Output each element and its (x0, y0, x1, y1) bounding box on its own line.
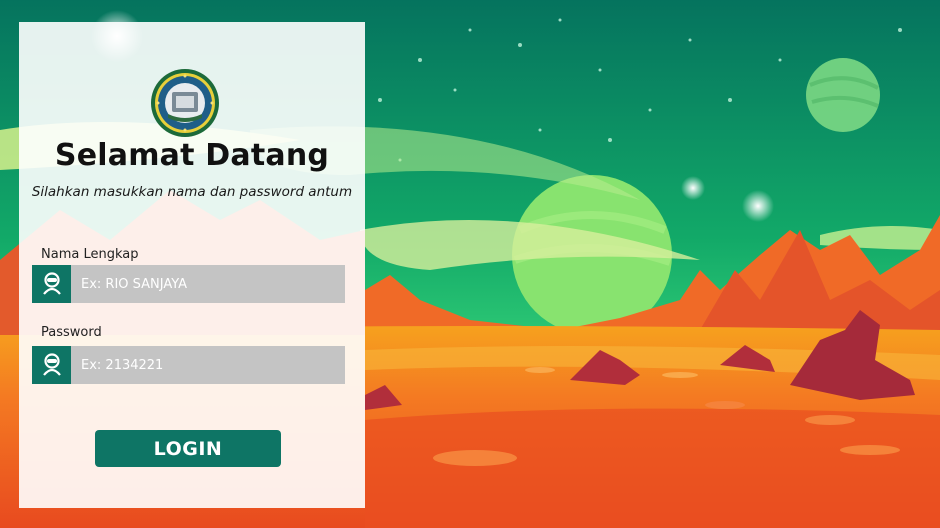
name-input[interactable] (71, 265, 345, 303)
user-icon (32, 346, 71, 384)
emblem-logo (151, 69, 219, 137)
page-title: Selamat Datang (54, 138, 330, 173)
user-icon (32, 265, 71, 303)
page-subtitle: Silahkan masukkan nama dan password antu… (31, 184, 353, 200)
password-field-group (32, 346, 345, 384)
password-field-label: Password (41, 325, 102, 340)
name-field-label: Nama Lengkap (41, 247, 139, 262)
password-input[interactable] (71, 346, 345, 384)
login-button[interactable]: LOGIN (95, 430, 281, 467)
name-field-group (32, 265, 345, 303)
